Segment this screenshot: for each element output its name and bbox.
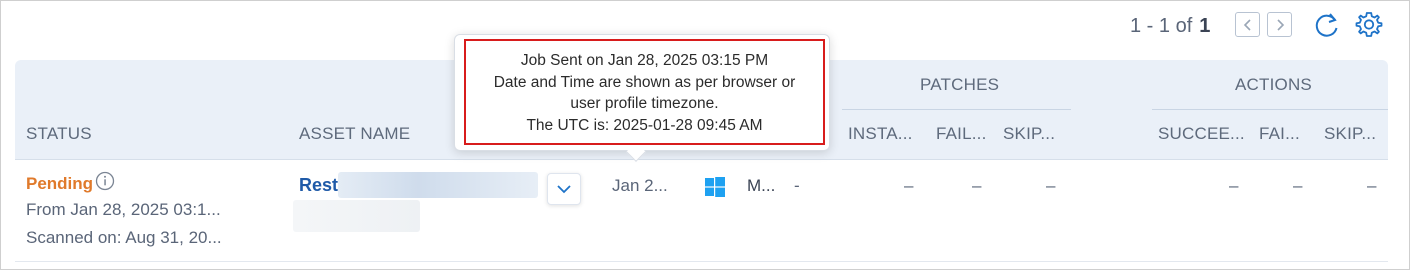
- windows-icon: [705, 177, 725, 197]
- tooltip-line-utc: The UTC is: 2025-01-28 09:45 AM: [526, 116, 763, 134]
- status-scanned-on: Scanned on: Aug 31, 20...: [26, 228, 222, 247]
- chevron-down-icon: [557, 185, 571, 194]
- os-version-dash: -: [794, 176, 800, 195]
- redacted-asset-detail: [293, 200, 420, 232]
- actions-skipped-value: –: [1367, 176, 1377, 195]
- job-date[interactable]: Jan 2...: [612, 176, 668, 196]
- column-group-actions: ACTIONS: [1235, 75, 1312, 94]
- gear-icon: [1355, 12, 1383, 37]
- tooltip-line-job-sent: Job Sent on Jan 28, 2025 03:15 PM: [520, 52, 769, 69]
- column-header-patches-installed[interactable]: INSTA...: [848, 124, 913, 144]
- expand-asset-button[interactable]: [547, 173, 581, 205]
- patches-failed-value: –: [972, 176, 982, 195]
- column-header-asset-name[interactable]: ASSET NAME: [299, 124, 410, 144]
- patches-skipped-value: –: [1046, 176, 1056, 195]
- column-header-actions-succeeded[interactable]: SUCCEE...: [1158, 124, 1245, 144]
- redacted-asset-name: [338, 172, 538, 198]
- chevron-left-icon: [1243, 18, 1251, 31]
- status-from-date: From Jan 28, 2025 03:1...: [26, 200, 221, 219]
- settings-button[interactable]: [1354, 10, 1384, 40]
- column-header-patches-failed[interactable]: FAIL...: [936, 124, 987, 144]
- os-name: M...: [747, 176, 776, 195]
- actions-group-divider: [1152, 109, 1388, 110]
- tooltip-text: Job Sent on Jan 28, 2025 03:15 PM Date a…: [464, 50, 825, 136]
- patches-installed-value: –: [904, 176, 914, 195]
- previous-page-button[interactable]: [1235, 12, 1260, 37]
- column-header-actions-failed[interactable]: FAI...: [1259, 124, 1300, 144]
- pagination-range: 1 - 1 of: [1130, 14, 1193, 37]
- patches-group-divider: [842, 109, 1071, 110]
- actions-succeeded-value: –: [1229, 176, 1239, 195]
- tooltip-line-timezone-note-cont: user profile timezone.: [570, 95, 719, 112]
- column-header-actions-skipped[interactable]: SKIP...: [1324, 124, 1376, 144]
- column-header-patches-skipped[interactable]: SKIP...: [1003, 124, 1055, 144]
- status-pending: Pending: [26, 174, 94, 193]
- next-page-button[interactable]: [1267, 12, 1292, 37]
- column-group-patches: PATCHES: [920, 75, 1000, 94]
- refresh-button[interactable]: [1313, 11, 1341, 39]
- tooltip-line-timezone-note: Date and Time are shown as per browser o…: [493, 73, 796, 91]
- actions-failed-value: –: [1293, 176, 1303, 195]
- pagination-total: 1: [1199, 14, 1211, 37]
- pagination: 1 - 1 of 1: [1130, 13, 1210, 39]
- column-header-status[interactable]: STATUS: [26, 124, 92, 144]
- asset-name-link[interactable]: Rest: [299, 175, 338, 196]
- refresh-icon: [1315, 13, 1338, 37]
- chevron-right-icon: [1276, 18, 1284, 31]
- info-icon[interactable]: [95, 171, 115, 191]
